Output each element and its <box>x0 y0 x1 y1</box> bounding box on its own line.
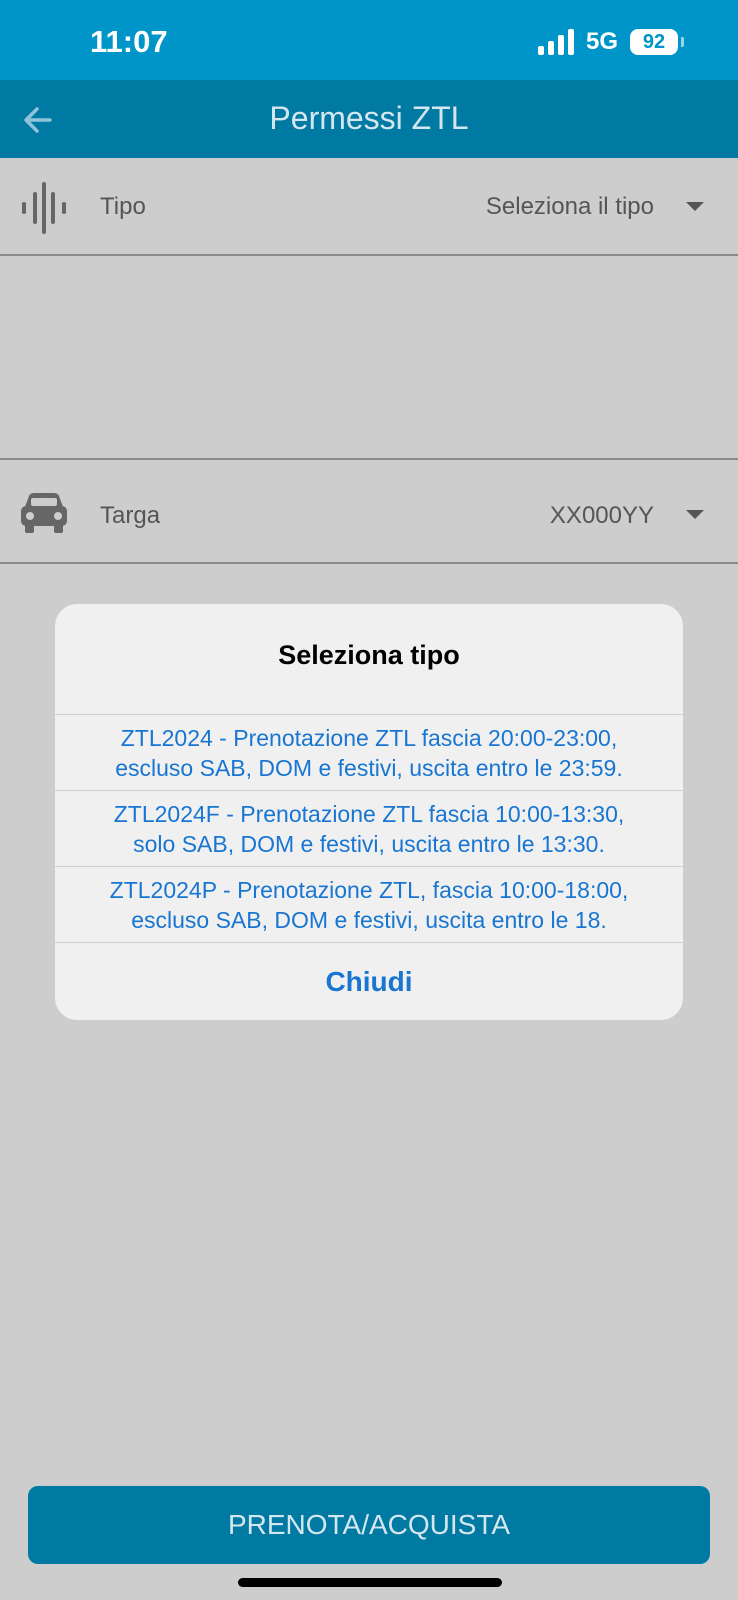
car-icon <box>21 493 67 533</box>
dialog-title: Seleziona tipo <box>278 640 460 670</box>
battery-level: 92 <box>642 30 666 53</box>
select-type-dialog: Seleziona tipo ZTL2024 - Prenotazione ZT… <box>55 604 683 1020</box>
network-type: 5G <box>585 28 618 55</box>
option-text-line2: escluso SAB, DOM e festivi, uscita entro… <box>131 906 607 933</box>
option-text-line1: ZTL2024 - Prenotazione ZTL fascia 20:00-… <box>120 724 618 751</box>
option-ztl2024f[interactable]: ZTL2024F - Prenotazione ZTL fascia 10:00… <box>55 790 683 866</box>
battery-icon: 92 <box>630 29 684 55</box>
option-ztl2024[interactable]: ZTL2024 - Prenotazione ZTL fascia 20:00-… <box>55 714 683 790</box>
tipo-details-area <box>0 256 738 460</box>
status-time: 11:07 <box>90 24 168 59</box>
option-text-line2: escluso SAB, DOM e festivi, uscita entro… <box>115 754 623 781</box>
tipo-value: Seleziona il tipo <box>485 193 654 220</box>
caret-down-icon <box>686 510 704 519</box>
targa-label: Targa <box>100 502 161 529</box>
status-bar: 11:07 5G 92 <box>0 0 738 80</box>
status-indicators: 5G 92 <box>537 28 684 56</box>
caret-down-icon <box>686 202 704 211</box>
page-title: Permessi ZTL <box>269 100 469 136</box>
signal-icon <box>537 29 574 55</box>
tipo-label: Tipo <box>100 193 146 220</box>
option-text-line1: ZTL2024F - Prenotazione ZTL fascia 10:00… <box>113 800 625 827</box>
option-ztl2024p[interactable]: ZTL2024P - Prenotazione ZTL, fascia 10:0… <box>55 866 683 942</box>
tipo-selector[interactable]: Tipo Seleziona il tipo <box>0 158 738 256</box>
soundwave-icon <box>22 182 66 234</box>
close-button[interactable]: Chiudi <box>55 942 683 1020</box>
targa-value: XX000YY <box>549 502 654 529</box>
option-text-line1: ZTL2024P - Prenotazione ZTL, fascia 10:0… <box>109 876 629 903</box>
targa-selector[interactable]: Targa XX000YY <box>0 460 738 564</box>
app-header: Permessi ZTL <box>0 80 738 158</box>
home-indicator[interactable] <box>238 1578 502 1587</box>
book-purchase-button[interactable]: PRENOTA/ACQUISTA <box>28 1486 710 1564</box>
option-text-line2: solo SAB, DOM e festivi, uscita entro le… <box>133 830 605 857</box>
